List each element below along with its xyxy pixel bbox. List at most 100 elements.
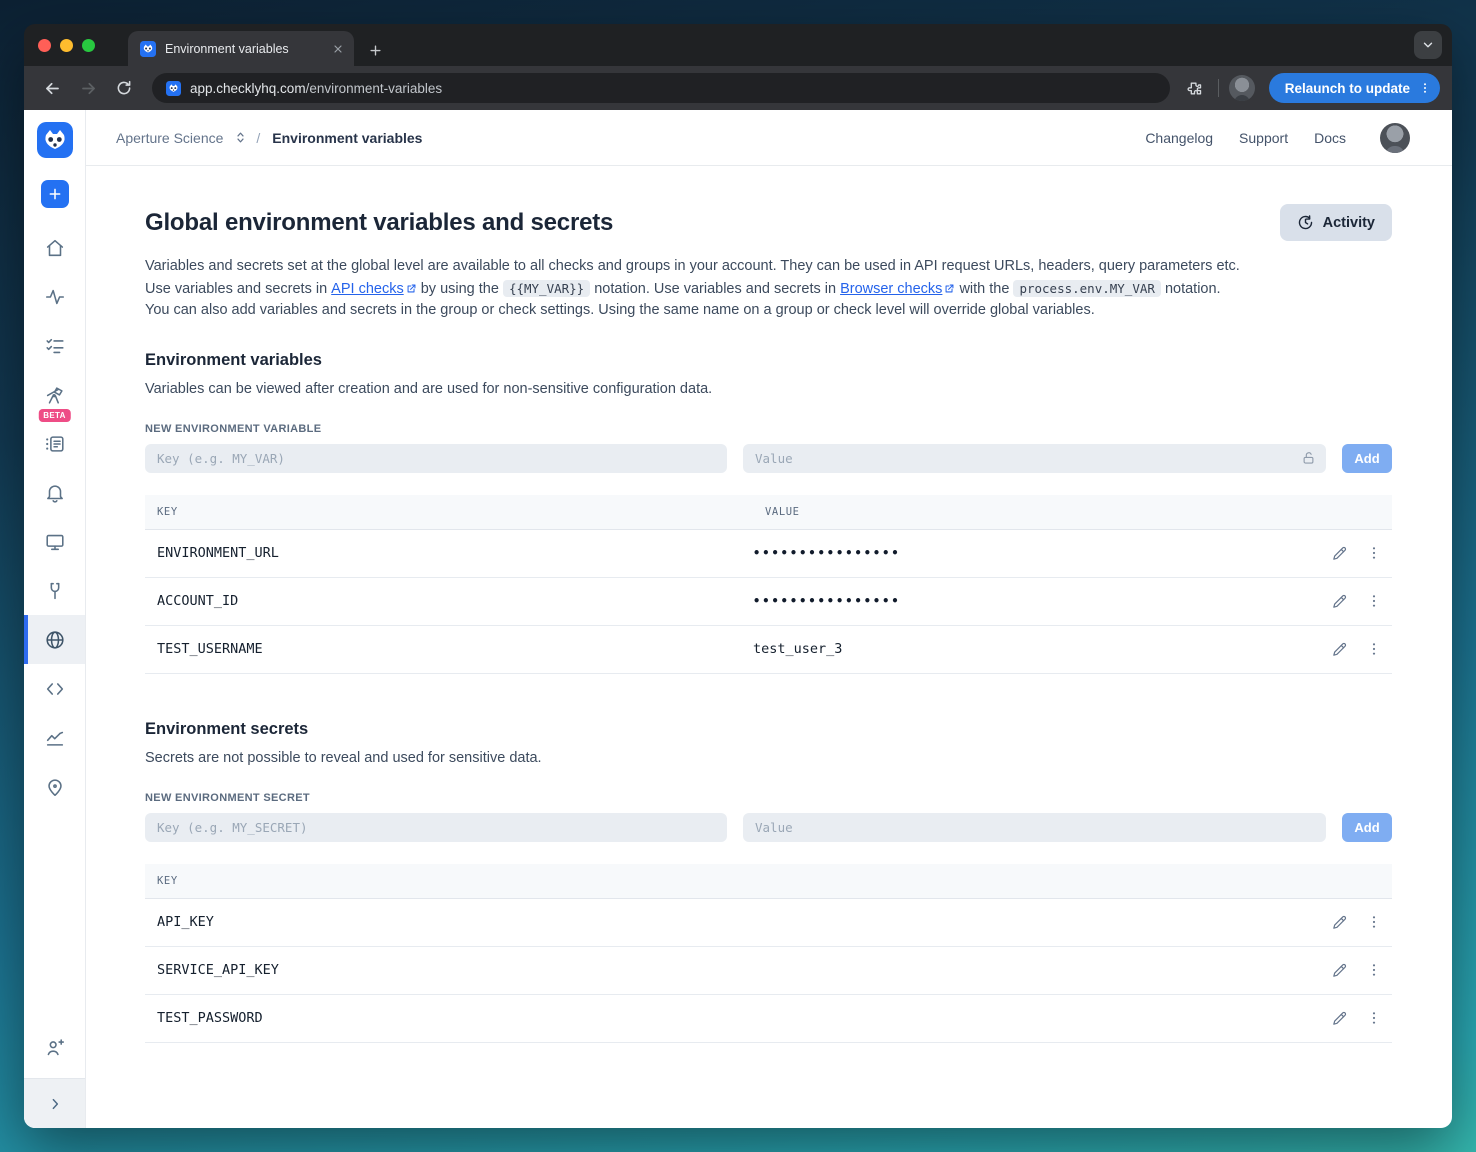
history-icon [1298,215,1312,230]
app-header: Aperture Science / Environment variables… [86,110,1452,166]
monitor-icon [45,534,64,550]
column-header: KEY [157,874,178,887]
page-description: Variables and secrets set at the global … [145,256,1245,322]
minimize-window-button[interactable] [60,38,73,52]
back-button[interactable] [36,72,68,104]
sidebar-item-logs[interactable] [24,419,85,468]
inline-link[interactable]: Browser checks [840,279,955,301]
table-row: ENVIRONMENT_URL •••••••••••••••• [145,530,1392,578]
pencil-icon [1333,642,1347,656]
checkly-logo[interactable] [36,122,73,158]
row-menu-button[interactable] [1364,591,1384,612]
add-variable-button[interactable]: Add [1342,443,1392,473]
code-icon [46,682,63,695]
variable-value-input[interactable] [743,443,1326,473]
row-menu-button[interactable] [1364,912,1384,933]
logs-icon [45,435,64,452]
kebab-menu-icon [1372,594,1376,607]
sidebar-item-globe[interactable] [24,615,85,664]
browser-toolbar: app.checklyhq.com/environment-variables … [24,66,1452,110]
checkly-favicon [166,80,181,96]
edit-button[interactable] [1329,639,1350,660]
breadcrumb-current: Environment variables [272,129,423,146]
relaunch-to-update-button[interactable]: Relaunch to update [1268,73,1440,103]
inline-link[interactable]: API checks [331,279,417,301]
sidebar-item-telescope[interactable]: BETA [24,370,85,422]
maintenance-icon [50,582,59,599]
sidebar-item-code[interactable] [24,664,85,713]
main-column: Aperture Science / Environment variables… [86,110,1452,1128]
kebab-menu-icon [1372,915,1376,928]
sidebar-item-home[interactable] [24,223,85,272]
edit-button[interactable] [1329,543,1350,564]
sidebar-item-checklist[interactable] [24,321,85,370]
intro-text: notation. Use variables and secrets in [590,280,841,297]
maximize-window-button[interactable] [82,38,95,52]
sidebar-item-pin[interactable] [24,762,85,811]
edit-button[interactable] [1329,912,1350,933]
variable-key-input[interactable] [145,443,727,473]
pencil-icon [1333,594,1347,608]
row-actions [1308,1008,1392,1029]
sidebar-item-monitor[interactable] [24,517,85,566]
user-avatar[interactable] [1380,122,1410,153]
environment-secrets-section: Environment secrets Secrets are not poss… [145,720,1392,1043]
url-text: app.checklyhq.com/environment-variables [190,81,442,96]
sidebar-item-invite-user[interactable] [24,1023,85,1072]
secret-value-input[interactable] [743,812,1326,842]
secret-key-input[interactable] [145,812,727,842]
sidebar-item-bell[interactable] [24,468,85,517]
row-menu-button[interactable] [1364,639,1384,660]
reload-button[interactable] [108,72,140,104]
sidebar-item-pulse[interactable] [24,272,85,321]
activity-button[interactable]: Activity [1279,204,1392,241]
row-menu-button[interactable] [1364,543,1384,564]
row-value-masked: •••••••••••••••• [753,546,901,560]
new-tab-button[interactable] [368,43,383,58]
tab-search-chevron-button[interactable] [1414,31,1442,59]
account-switcher-icon[interactable] [233,130,248,145]
home-icon [46,239,63,256]
tab-close-icon[interactable] [332,43,344,55]
breadcrumb-account[interactable]: Aperture Science [116,130,223,146]
globe-icon [45,630,64,649]
row-menu-button[interactable] [1364,960,1384,981]
docs-link[interactable]: Docs [1314,130,1346,146]
row-value-masked: •••••••••••••••• [753,594,901,608]
variables-section-title: Environment variables [145,350,322,369]
edit-button[interactable] [1329,591,1350,612]
kebab-menu-icon [1372,546,1376,559]
pencil-icon [1333,915,1347,929]
address-bar[interactable]: app.checklyhq.com/environment-variables [152,73,1170,103]
browser-profile-avatar[interactable] [1228,75,1255,101]
code-chip: process.env.MY_VAR [1013,279,1161,297]
row-actions [1308,960,1392,981]
variables-table: KEY VALUE ENVIRONMENT_URL •••••••••••••••• A… [145,494,1392,674]
changelog-link[interactable]: Changelog [1145,130,1213,146]
row-menu-button[interactable] [1364,1008,1384,1029]
page-title: Global environment variables and secrets [145,208,614,236]
sidebar-collapse-button[interactable] [24,1078,85,1128]
create-new-button[interactable] [40,180,69,208]
row-actions [1308,912,1392,933]
pin-icon [47,778,62,796]
row-key: ENVIRONMENT_URL [157,545,279,561]
header-links: Changelog Support Docs [1145,122,1410,153]
sidebar-item-maintenance[interactable] [24,566,85,615]
pencil-icon [1333,963,1347,977]
column-header: VALUE [765,505,800,518]
checklist-icon [45,338,64,353]
toolbar-divider [1217,79,1219,97]
close-window-button[interactable] [38,38,51,52]
add-secret-button[interactable]: Add [1342,812,1392,842]
edit-button[interactable] [1329,1008,1350,1029]
forward-button[interactable] [72,72,104,104]
support-link[interactable]: Support [1239,130,1288,146]
extensions-icon[interactable] [1182,72,1208,104]
browser-tab[interactable]: Environment variables [128,31,354,66]
intro-text: by using the [416,280,503,297]
sidebar-item-chart[interactable] [24,713,85,762]
unlock-icon[interactable] [1301,451,1316,466]
edit-button[interactable] [1329,960,1350,981]
table-row: ACCOUNT_ID •••••••••••••••• [145,578,1392,626]
